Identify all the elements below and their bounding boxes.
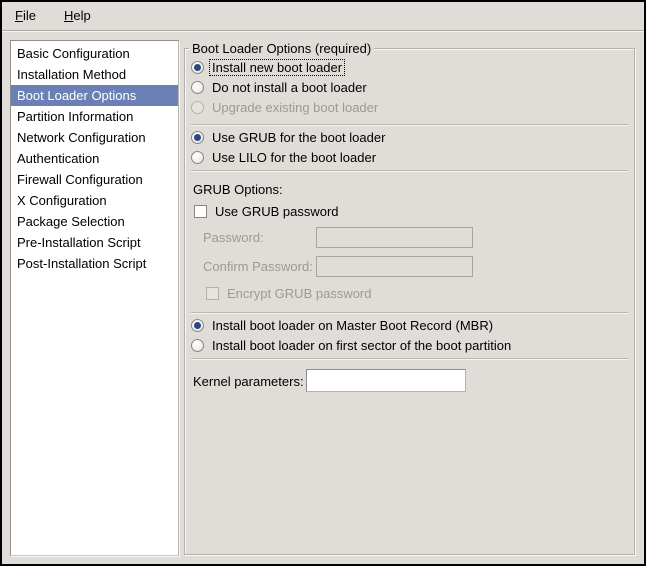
sidebar-item-network-configuration[interactable]: Network Configuration	[11, 127, 178, 148]
radio-install-on-mbr[interactable]: Install boot loader on Master Boot Recor…	[191, 316, 495, 334]
menu-file-label: File	[15, 8, 36, 23]
radio-label: Use GRUB for the boot loader	[210, 130, 387, 145]
separator	[191, 124, 628, 126]
radio-label: Upgrade existing boot loader	[210, 100, 380, 115]
checkbox-icon	[194, 205, 207, 218]
radio-label: Install boot loader on Master Boot Recor…	[210, 318, 495, 333]
radio-label: Install new boot loader	[210, 60, 344, 75]
password-label: Password:	[201, 228, 266, 246]
menu-help[interactable]: Help	[60, 6, 95, 25]
sidebar-item-x-configuration[interactable]: X Configuration	[11, 190, 178, 211]
menu-file[interactable]: File	[11, 6, 40, 25]
radio-button-icon	[191, 151, 204, 164]
radio-button-icon	[191, 319, 204, 332]
password-input	[316, 227, 473, 248]
menu-help-label: Help	[64, 8, 91, 23]
frame-title: Boot Loader Options (required)	[189, 41, 374, 56]
radio-button-icon	[191, 339, 204, 352]
section-list: Basic Configuration Installation Method …	[10, 40, 179, 556]
separator	[191, 170, 628, 172]
checkbox-icon	[206, 287, 219, 300]
sidebar-item-package-selection[interactable]: Package Selection	[11, 211, 178, 232]
menubar-separator	[2, 30, 644, 32]
radio-upgrade-existing-boot-loader: Upgrade existing boot loader	[191, 98, 380, 116]
sidebar-item-pre-installation-script[interactable]: Pre-Installation Script	[11, 232, 178, 253]
radio-button-icon	[191, 131, 204, 144]
sidebar-item-basic-configuration[interactable]: Basic Configuration	[11, 43, 178, 64]
separator	[191, 312, 628, 314]
sidebar-item-post-installation-script[interactable]: Post-Installation Script	[11, 253, 178, 274]
separator	[191, 358, 628, 360]
sidebar-item-installation-method[interactable]: Installation Method	[11, 64, 178, 85]
radio-button-icon	[191, 81, 204, 94]
kernel-parameters-label: Kernel parameters:	[191, 372, 306, 390]
radio-button-icon	[191, 101, 204, 114]
radio-use-lilo[interactable]: Use LILO for the boot loader	[191, 148, 378, 166]
radio-label: Use LILO for the boot loader	[210, 150, 378, 165]
checkbox-encrypt-grub-password: Encrypt GRUB password	[206, 284, 374, 302]
radio-install-on-first-sector[interactable]: Install boot loader on first sector of t…	[191, 336, 513, 354]
kernel-parameters-input[interactable]	[306, 369, 466, 392]
grub-options-heading: GRUB Options:	[191, 180, 285, 198]
sidebar-item-partition-information[interactable]: Partition Information	[11, 106, 178, 127]
radio-label: Install boot loader on first sector of t…	[210, 338, 513, 353]
radio-use-grub[interactable]: Use GRUB for the boot loader	[191, 128, 387, 146]
kickstart-configurator-window: File Help Basic Configuration Installati…	[0, 0, 646, 566]
checkbox-label: Use GRUB password	[213, 204, 341, 219]
confirm-password-input	[316, 256, 473, 277]
menu-bar: File Help	[2, 2, 644, 29]
boot-loader-options-frame: Boot Loader Options (required) Install n…	[184, 48, 635, 555]
radio-button-icon	[191, 61, 204, 74]
confirm-password-label: Confirm Password:	[201, 257, 315, 275]
checkbox-label: Encrypt GRUB password	[225, 286, 374, 301]
radio-label: Do not install a boot loader	[210, 80, 369, 95]
radio-do-not-install-boot-loader[interactable]: Do not install a boot loader	[191, 78, 369, 96]
sidebar-item-boot-loader-options[interactable]: Boot Loader Options	[11, 85, 178, 106]
sidebar-item-authentication[interactable]: Authentication	[11, 148, 178, 169]
checkbox-use-grub-password[interactable]: Use GRUB password	[194, 202, 341, 220]
radio-install-new-boot-loader[interactable]: Install new boot loader	[191, 58, 344, 76]
sidebar-item-firewall-configuration[interactable]: Firewall Configuration	[11, 169, 178, 190]
